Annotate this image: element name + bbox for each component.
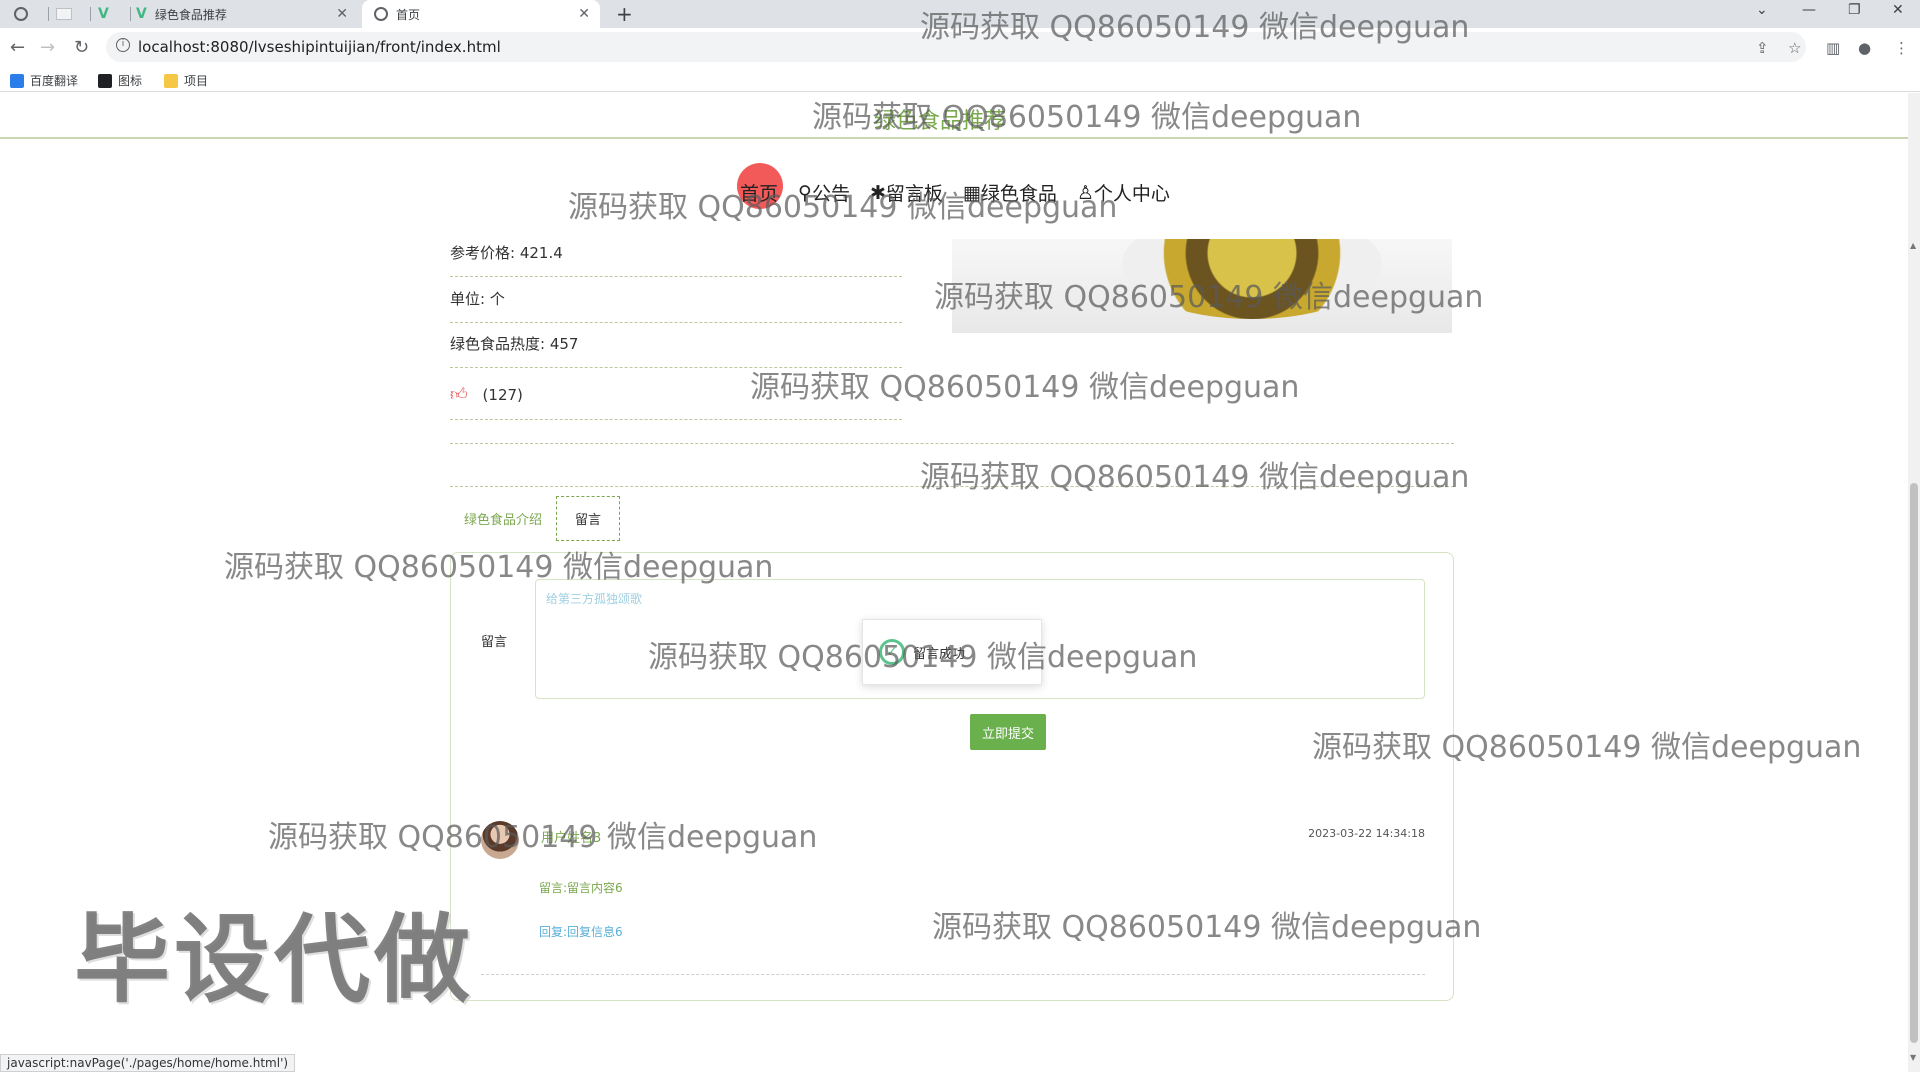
thumbs-up-icon[interactable]: 👍︎ — [450, 375, 468, 415]
nav-label: 绿色食品 — [980, 183, 1057, 205]
food-image — [952, 239, 1452, 333]
globe-icon — [14, 7, 28, 21]
menu-icon[interactable]: ⋮ — [1894, 39, 1909, 57]
nav-label: 留言板 — [885, 183, 943, 205]
main-nav: 首页 ⚲ 公告 ✱ 留言板 ▦ 绿色食品 ♙ 个人中心 — [737, 163, 1170, 209]
address-bar[interactable]: i localhost:8080/lvseshipintuijian/front… — [106, 32, 1806, 62]
scroll-down-icon[interactable]: ▼ — [1910, 1053, 1916, 1062]
tab-search-icon[interactable]: ⌄ — [1756, 2, 1768, 18]
side-panel-icon[interactable]: ▥ — [1826, 39, 1840, 57]
reload-icon[interactable]: ↻ — [74, 37, 89, 58]
browser-tab-bar: V V 绿色食品推荐 ✕ 首页 ✕ + ⌄ — ❐ ✕ — [0, 0, 1920, 28]
food-bowl-graphic — [1122, 239, 1382, 319]
close-icon[interactable]: ✕ — [578, 6, 590, 22]
comment-user: 用户姓名3 — [541, 831, 602, 846]
close-window-button[interactable]: ✕ — [1892, 2, 1904, 18]
success-toast: ✓ 留言成功 — [862, 619, 1042, 685]
user-icon: ♙ — [1076, 181, 1094, 204]
restore-button[interactable]: ❐ — [1848, 2, 1861, 18]
page-scrollbar[interactable]: ▲ ▼ — [1908, 93, 1920, 1072]
divider — [450, 486, 1454, 487]
close-icon[interactable]: ✕ — [336, 6, 348, 22]
tab-title: 首页 — [396, 7, 421, 22]
like-count: (127) — [482, 386, 523, 404]
site-header: 绿色食品推荐 — [0, 93, 1908, 139]
heat-text: 绿色食品热度: 457 — [450, 335, 579, 353]
grid-icon: ▦ — [962, 181, 981, 204]
browser-toolbar: ← → ↻ i localhost:8080/lvseshipintuijian… — [0, 28, 1920, 68]
comment-reply: 回复:回复信息6 — [539, 925, 623, 939]
vue-icon: V — [136, 6, 147, 22]
new-tab-button[interactable]: + — [616, 2, 633, 26]
nav-announcement[interactable]: ⚲ 公告 — [798, 179, 850, 206]
nav-message-board[interactable]: ✱ 留言板 — [870, 179, 943, 206]
profile-icon[interactable]: ● — [1858, 39, 1871, 57]
nav-personal-center[interactable]: ♙ 个人中心 — [1077, 179, 1170, 206]
unit-text: 单位: 个 — [450, 290, 505, 308]
like-row: 👍︎ (127) — [450, 375, 902, 420]
settings-icon: ✱ — [869, 181, 886, 204]
submit-button[interactable]: 立即提交 — [970, 714, 1046, 750]
divider — [481, 974, 1425, 975]
divider — [450, 443, 1454, 444]
browser-tab-1[interactable] — [14, 0, 46, 28]
price-text: 参考价格: 421.4 — [450, 244, 563, 262]
globe-icon — [374, 7, 388, 21]
nav-label: 个人中心 — [1093, 183, 1170, 205]
bookmark-baidu-translate[interactable]: 百度翻译 — [10, 72, 78, 89]
forward-icon[interactable]: → — [40, 37, 55, 58]
url-text[interactable]: localhost:8080/lvseshipintuijian/front/i… — [138, 38, 501, 56]
scroll-up-icon[interactable]: ▲ — [1910, 241, 1916, 250]
vue-icon: V — [98, 6, 109, 22]
avatar — [481, 821, 519, 859]
nav-home[interactable]: 首页 — [737, 163, 783, 209]
browser-tab-2[interactable] — [56, 0, 86, 28]
tab-food-intro[interactable]: 绿色食品介绍 — [450, 497, 556, 540]
browser-tab-3[interactable]: V — [98, 0, 128, 28]
nav-label: 公告 — [811, 183, 850, 205]
image-icon — [98, 73, 112, 88]
message-label: 留言 — [481, 635, 508, 650]
nav-label: 首页 — [740, 183, 779, 205]
tab-title: 绿色食品推荐 — [154, 7, 227, 22]
comment-time: 2023-03-22 14:34:18 — [1308, 827, 1425, 840]
translate-icon — [10, 73, 24, 88]
toast-text: 留言成功 — [913, 646, 966, 662]
price-row: 参考价格: 421.4 — [450, 239, 902, 277]
browser-tab-home[interactable]: 首页 ✕ — [362, 0, 600, 28]
status-bar: javascript:navPage('./pages/home/home.ht… — [0, 1054, 296, 1072]
tab-message[interactable]: 留言 — [556, 496, 621, 541]
success-icon: ✓ — [879, 639, 905, 665]
share-icon[interactable]: ⇪ — [1756, 39, 1769, 57]
document-icon — [56, 8, 72, 20]
scroll-thumb[interactable] — [1910, 483, 1918, 1043]
site-title: 绿色食品推荐 — [874, 109, 1007, 134]
browser-tab-green-food[interactable]: V 绿色食品推荐 ✕ — [136, 0, 358, 28]
bookmark-label: 项目 — [184, 74, 209, 88]
folder-icon — [164, 73, 178, 88]
comment-content: 留言:留言内容6 — [539, 881, 623, 895]
page-content: 绿色食品推荐 首页 ⚲ 公告 ✱ 留言板 ▦ 绿色食品 ♙ 个人中心 参考价格:… — [0, 93, 1908, 1072]
notice-icon: ⚲ — [798, 181, 812, 204]
bookmark-icons[interactable]: 图标 — [98, 72, 142, 89]
nav-green-food[interactable]: ▦ 绿色食品 — [963, 179, 1057, 206]
unit-row: 单位: 个 — [450, 285, 902, 323]
bookmark-label: 图标 — [118, 74, 143, 88]
back-icon[interactable]: ← — [10, 37, 25, 58]
bookmark-star-icon[interactable]: ☆ — [1788, 39, 1801, 57]
detail-tabs: 绿色食品介绍 留言 — [450, 496, 621, 541]
heat-row: 绿色食品热度: 457 — [450, 330, 902, 368]
minimize-button[interactable]: — — [1802, 2, 1816, 18]
bookmarks-bar: 百度翻译 图标 项目 — [0, 68, 1920, 92]
bookmark-project[interactable]: 项目 — [164, 72, 208, 89]
bookmark-label: 百度翻译 — [30, 74, 79, 88]
info-icon[interactable]: i — [116, 38, 130, 52]
message-panel: 留言 给第三方孤独颂歌 ✓ 留言成功 立即提交 用户姓名3 2023-03-22… — [450, 552, 1454, 1001]
